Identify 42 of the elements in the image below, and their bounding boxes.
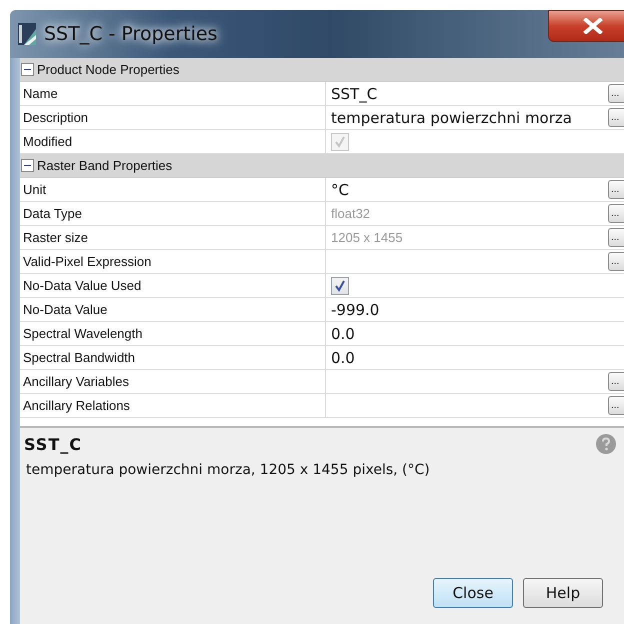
description-title: SST_C — [24, 434, 82, 454]
property-value[interactable]: °C — [331, 180, 349, 198]
property-value[interactable]: SST_C — [331, 84, 378, 102]
editor-button[interactable]: ... — [608, 228, 624, 247]
editor-button[interactable]: ... — [608, 180, 624, 199]
section-title: Raster Band Properties — [37, 158, 172, 173]
editor-button[interactable]: ... — [608, 84, 624, 103]
editor-button[interactable]: ... — [608, 396, 624, 415]
property-value[interactable]: temperatura powierzchni morza — [331, 108, 572, 126]
property-name: Name — [20, 82, 326, 105]
editor-button[interactable]: ... — [608, 204, 624, 223]
property-name: Valid-Pixel Expression — [20, 250, 326, 273]
property-name: Ancillary Relations — [20, 394, 326, 417]
property-value[interactable]: -999.0 — [331, 300, 380, 318]
property-name: Spectral Bandwidth — [20, 346, 326, 369]
collapse-icon[interactable] — [21, 63, 34, 76]
property-value[interactable]: 0.0 — [331, 348, 355, 366]
close-button[interactable] — [548, 10, 624, 42]
property-name: Spectral Wavelength — [20, 322, 326, 345]
app-logo-icon — [18, 23, 36, 45]
section-header[interactable]: Product Node Properties — [20, 58, 624, 82]
editor-button[interactable]: ... — [608, 252, 624, 271]
editor-button[interactable]: ... — [608, 372, 624, 391]
checkbox[interactable] — [331, 276, 349, 294]
property-name: Ancillary Variables — [20, 370, 326, 393]
dialog-button[interactable]: Close — [433, 578, 513, 608]
collapse-icon[interactable] — [21, 159, 34, 172]
section-title: Product Node Properties — [37, 62, 180, 77]
property-name: No-Data Value Used — [20, 274, 326, 297]
property-name: No-Data Value — [20, 298, 326, 321]
property-name: Modified — [20, 130, 326, 153]
property-value[interactable]: 0.0 — [331, 324, 355, 342]
editor-button[interactable]: ... — [608, 108, 624, 127]
section-header[interactable]: Raster Band Properties — [20, 154, 624, 178]
property-name: Description — [20, 106, 326, 129]
dialog-button[interactable]: Help — [523, 578, 603, 608]
description-text: temperatura powierzchni morza, 1205 x 1455 pixels, (°C) — [25, 462, 431, 478]
property-name: Unit — [20, 178, 326, 201]
close-icon — [582, 18, 604, 34]
property-name: Data Type — [20, 202, 326, 225]
window-title: SST_C - Properties — [44, 23, 218, 45]
property-name: Raster size — [20, 226, 326, 249]
